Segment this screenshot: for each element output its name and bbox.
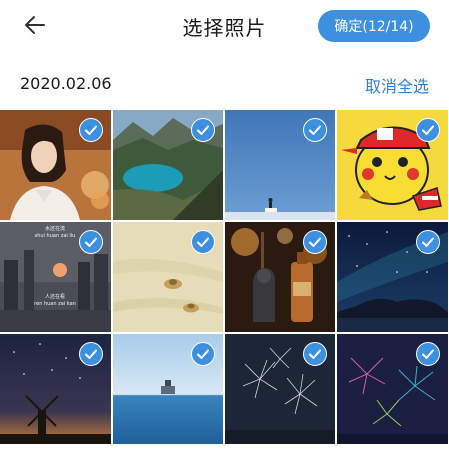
checkmark-icon	[422, 349, 434, 359]
photo-grid: 水还在流 shui huan zai liu 人还在看 ren huan zai…	[0, 110, 449, 444]
caption-line: ren huan zai kan	[34, 301, 76, 307]
confirm-button[interactable]: 确定(12/14)	[318, 10, 430, 42]
arrow-left-icon	[25, 16, 45, 34]
photo-thumbnail-beach-hats[interactable]	[113, 222, 223, 332]
photo-thumbnail-girl[interactable]	[0, 110, 111, 220]
selected-check-badge[interactable]	[416, 118, 440, 142]
photo-thumbnail-fireworks-white[interactable]	[225, 334, 335, 444]
checkmark-icon	[309, 237, 321, 247]
selected-check-badge[interactable]	[416, 342, 440, 366]
photo-thumbnail-mountain-lake[interactable]	[113, 110, 223, 220]
checkmark-icon	[422, 237, 434, 247]
checkmark-icon	[197, 349, 209, 359]
deselect-all-button[interactable]: 取消全选	[365, 73, 429, 97]
checkmark-icon	[197, 125, 209, 135]
photo-thumbnail-city-moon[interactable]: 水还在流 shui huan zai liu 人还在看 ren huan zai…	[0, 222, 111, 332]
checkmark-icon	[197, 237, 209, 247]
selected-check-badge[interactable]	[79, 118, 103, 142]
date-header: 2020.02.06	[20, 74, 112, 93]
photo-thumbnail-blue-sky[interactable]	[225, 110, 335, 220]
caption-line: 水还在流	[44, 226, 65, 232]
selected-check-badge[interactable]	[303, 342, 327, 366]
checkmark-icon	[85, 125, 97, 135]
photo-thumbnail-sea-ship[interactable]	[113, 334, 223, 444]
selected-check-badge[interactable]	[79, 342, 103, 366]
selected-check-badge[interactable]	[79, 230, 103, 254]
checkmark-icon	[422, 125, 434, 135]
photo-thumbnail-bottles[interactable]	[225, 222, 335, 332]
selected-check-badge[interactable]	[303, 230, 327, 254]
selected-check-badge[interactable]	[191, 342, 215, 366]
selected-check-badge[interactable]	[191, 118, 215, 142]
photo-thumbnail-fireworks-color[interactable]	[337, 334, 448, 444]
selected-check-badge[interactable]	[191, 230, 215, 254]
checkmark-icon	[309, 125, 321, 135]
checkmark-icon	[309, 349, 321, 359]
caption-line: 人还在看	[44, 294, 65, 300]
selected-check-badge[interactable]	[416, 230, 440, 254]
overlay-caption-bottom: 人还在看 ren huan zai kan	[20, 294, 90, 308]
photo-thumbnail-windmill[interactable]	[0, 334, 111, 444]
photo-thumbnail-pikachu[interactable]	[337, 110, 448, 220]
back-button[interactable]	[20, 10, 50, 40]
selected-check-badge[interactable]	[303, 118, 327, 142]
checkmark-icon	[85, 349, 97, 359]
photo-thumbnail-starry-coast[interactable]	[337, 222, 448, 332]
checkmark-icon	[85, 237, 97, 247]
photo-picker-screen: 选择照片 确定(12/14) 2020.02.06 取消全选 水还在流 shui…	[0, 0, 449, 450]
